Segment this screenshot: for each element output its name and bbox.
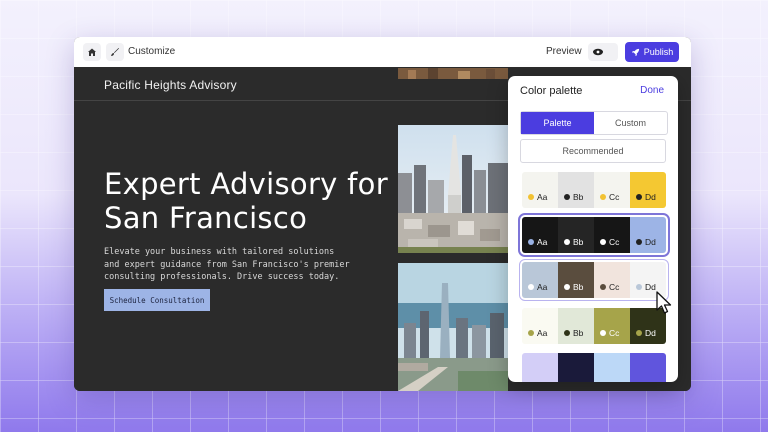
customize-button[interactable] <box>106 43 124 61</box>
swatch-dot <box>600 239 606 245</box>
editor-toolbar: Customize Preview Publish <box>74 37 691 68</box>
publish-button[interactable]: Publish <box>625 42 679 62</box>
swatch-dot <box>528 284 534 290</box>
swatch-dot <box>528 239 534 245</box>
swatch-label: Aa <box>528 328 547 338</box>
swatch-label: Cc <box>600 282 619 292</box>
palette-swatch <box>630 353 666 382</box>
publish-label: Publish <box>643 47 674 57</box>
hero-title: Expert Advisory for San Francisco <box>104 167 388 235</box>
header-photo-strip <box>398 67 508 79</box>
palette-swatch: Cc <box>594 172 630 208</box>
swatch-label: Dd <box>636 328 656 338</box>
swatch-label: Dd <box>636 237 656 247</box>
palette-swatch: Cc <box>594 262 630 298</box>
palette-swatch: Aa <box>522 262 558 298</box>
mouse-pointer-icon <box>656 291 672 314</box>
palette-mode-tabs: Palette Custom <box>520 111 668 135</box>
swatch-dot <box>600 194 606 200</box>
city-aerial-photo <box>398 263 508 391</box>
palette-option[interactable]: Aa Bb Cc Dd <box>522 308 666 344</box>
palette-swatch <box>558 353 594 382</box>
panel-title: Color palette <box>520 85 583 97</box>
swatch-dot <box>528 194 534 200</box>
swatch-text: Dd <box>645 237 656 247</box>
swatch-label: Bb <box>564 192 583 202</box>
palette-swatch: Aa <box>522 308 558 344</box>
eye-icon <box>593 48 603 56</box>
swatch-label: Bb <box>564 328 583 338</box>
swatch-text: Dd <box>645 192 656 202</box>
palette-option[interactable] <box>522 353 666 382</box>
swatch-text: Dd <box>645 328 656 338</box>
schedule-consultation-button[interactable]: Schedule Consultation <box>104 289 210 311</box>
swatch-label: Cc <box>600 192 619 202</box>
swatch-text: Cc <box>609 282 620 292</box>
palette-swatch: Bb <box>558 217 594 253</box>
swatch-label: Aa <box>528 192 547 202</box>
swatch-dot <box>564 284 570 290</box>
home-icon <box>88 48 96 56</box>
palette-swatch: Cc <box>594 308 630 344</box>
brush-icon <box>111 48 119 56</box>
swatch-dot <box>636 239 642 245</box>
swatch-dot <box>564 330 570 336</box>
swatch-text: Cc <box>609 237 620 247</box>
color-palette-panel: Color palette Done Palette Custom Recomm… <box>508 76 678 382</box>
swatch-label: Dd <box>636 192 656 202</box>
swatch-label: Dd <box>636 282 656 292</box>
swatch-text: Bb <box>573 237 584 247</box>
palette-swatch: Aa <box>522 217 558 253</box>
rocket-icon <box>631 48 639 56</box>
swatch-text: Cc <box>609 328 620 338</box>
palette-option[interactable]: Aa Bb Cc Dd <box>518 213 670 257</box>
palette-option[interactable]: Aa Bb Cc Dd <box>519 259 669 301</box>
swatch-dot <box>600 284 606 290</box>
customize-label: Customize <box>128 46 176 57</box>
home-button[interactable] <box>83 43 101 61</box>
city-skyline-photo <box>398 125 508 253</box>
palette-swatch <box>594 353 630 382</box>
palette-swatch: Dd <box>630 217 666 253</box>
swatch-dot <box>636 194 642 200</box>
swatch-label: Cc <box>600 328 619 338</box>
swatch-dot <box>528 330 534 336</box>
palette-option[interactable]: Aa Bb Cc Dd <box>522 172 666 208</box>
swatch-dot <box>564 239 570 245</box>
swatch-text: Aa <box>537 237 548 247</box>
swatch-dot <box>564 194 570 200</box>
preview-toggle[interactable] <box>588 43 618 61</box>
swatch-label: Aa <box>528 282 547 292</box>
swatch-text: Bb <box>573 192 584 202</box>
swatch-text: Aa <box>537 328 548 338</box>
swatch-dot <box>636 330 642 336</box>
swatch-text: Bb <box>573 282 584 292</box>
swatch-text: Cc <box>609 192 620 202</box>
hero-description: Elevate your business with tailored solu… <box>104 247 350 282</box>
palette-swatch: Bb <box>558 308 594 344</box>
swatch-text: Aa <box>537 282 548 292</box>
done-button[interactable]: Done <box>640 85 664 96</box>
swatch-dot <box>600 330 606 336</box>
palette-swatch: Bb <box>558 262 594 298</box>
palette-swatch: Dd <box>630 172 666 208</box>
site-brand[interactable]: Pacific Heights Advisory <box>104 78 237 92</box>
tab-custom[interactable]: Custom <box>594 112 667 134</box>
swatch-label: Cc <box>600 237 619 247</box>
tab-palette[interactable]: Palette <box>521 112 594 134</box>
swatch-label: Aa <box>528 237 547 247</box>
swatch-text: Bb <box>573 328 584 338</box>
palette-swatch: Bb <box>558 172 594 208</box>
palette-swatch: Cc <box>594 217 630 253</box>
palette-swatch <box>522 353 558 382</box>
swatch-label: Bb <box>564 237 583 247</box>
swatch-label: Bb <box>564 282 583 292</box>
recommended-filter[interactable]: Recommended <box>520 139 666 163</box>
swatch-dot <box>636 284 642 290</box>
swatch-text: Aa <box>537 192 548 202</box>
palette-swatch: Aa <box>522 172 558 208</box>
preview-label: Preview <box>546 46 582 57</box>
